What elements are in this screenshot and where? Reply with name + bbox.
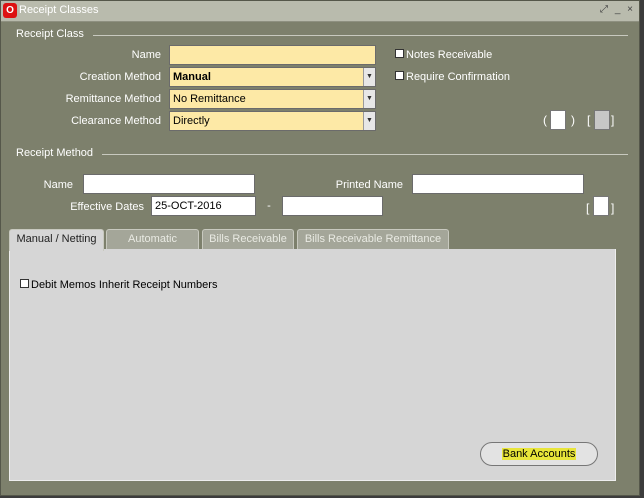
effective-dates-label: Effective Dates <box>70 201 144 213</box>
date-separator: - <box>267 200 271 212</box>
chevron-down-icon[interactable]: ▼ <box>363 90 375 108</box>
checkbox-icon[interactable] <box>395 71 404 80</box>
remittance-method-label: Remittance Method <box>65 93 161 105</box>
title-bar[interactable]: O Receipt Classes ⤢ _ × <box>1 1 639 22</box>
chevron-down-icon[interactable]: ▼ <box>363 112 375 130</box>
open-paren: ( <box>543 113 547 127</box>
checkbox-icon[interactable] <box>20 279 29 288</box>
resize-icon[interactable]: ⤢ <box>600 4 610 15</box>
printed-name-label: Printed Name <box>335 179 403 191</box>
creation-method-value: Manual <box>173 71 211 83</box>
receipt-method-section-label: Receipt Method <box>16 147 94 159</box>
window-controls: ⤢ _ × <box>600 4 635 15</box>
debit-memos-label: Debit Memos Inherit Receipt Numbers <box>31 279 218 291</box>
open-bracket: [ <box>586 201 590 215</box>
tab-bills-receivable[interactable]: Bills Receivable <box>202 229 294 249</box>
receipt-class-section-label: Receipt Class <box>16 28 84 40</box>
bank-accounts-button[interactable]: Bank Accounts <box>480 442 598 466</box>
notes-receivable-checkbox[interactable]: Notes Receivable <box>395 49 492 61</box>
window-title: Receipt Classes <box>19 4 99 16</box>
receipt-class-name-field[interactable] <box>169 45 376 65</box>
clearance-method-value: Directly <box>173 115 210 127</box>
chevron-down-icon[interactable]: ▼ <box>363 68 375 86</box>
close-icon[interactable]: × <box>627 4 635 15</box>
receipt-class-name-label: Name <box>131 49 161 61</box>
notes-receivable-label: Notes Receivable <box>406 49 493 61</box>
clearance-method-select[interactable]: Directly ▼ <box>169 111 376 131</box>
minimize-icon[interactable]: _ <box>615 4 623 15</box>
checkbox-icon[interactable] <box>395 49 404 58</box>
tab-bills-receivable-remittance[interactable]: Bills Receivable Remittance <box>297 229 449 249</box>
tab-automatic[interactable]: Automatic <box>106 229 199 249</box>
printed-name-field[interactable] <box>412 174 584 194</box>
receipt-method-divider <box>102 154 628 155</box>
receipt-class-divider <box>93 35 628 36</box>
remittance-method-select[interactable]: No Remittance ▼ <box>169 89 376 109</box>
effective-start-date-field[interactable]: 25-OCT-2016 <box>151 196 256 216</box>
require-confirmation-checkbox[interactable]: Require Confirmation <box>395 71 510 83</box>
flexfield-field[interactable] <box>594 110 610 130</box>
creation-method-select[interactable]: Manual ▼ <box>169 67 376 87</box>
close-bracket: ] <box>611 113 615 127</box>
receipt-classes-window: O Receipt Classes ⤢ _ × Receipt Class Na… <box>0 0 640 496</box>
method-flexfield-field[interactable] <box>593 196 609 216</box>
oracle-app-icon: O <box>3 3 17 18</box>
require-confirmation-label: Require Confirmation <box>406 71 510 83</box>
tab-manual-netting[interactable]: Manual / Netting <box>9 229 104 251</box>
receipt-method-name-field[interactable] <box>83 174 255 194</box>
effective-end-date-field[interactable] <box>282 196 383 216</box>
debit-memos-checkbox[interactable]: Debit Memos Inherit Receipt Numbers <box>20 279 217 291</box>
clearance-method-label: Clearance Method <box>71 115 161 127</box>
open-bracket: [ <box>587 113 591 127</box>
close-bracket: ] <box>611 201 615 215</box>
receipt-method-name-label: Name <box>43 179 73 191</box>
creation-method-label: Creation Method <box>79 71 161 83</box>
bank-accounts-label: Bank Accounts <box>501 448 577 460</box>
manual-netting-panel: Debit Memos Inherit Receipt Numbers Bank… <box>9 249 616 481</box>
close-paren: ) <box>571 113 575 127</box>
context-field[interactable] <box>550 110 566 130</box>
remittance-method-value: No Remittance <box>173 93 246 105</box>
